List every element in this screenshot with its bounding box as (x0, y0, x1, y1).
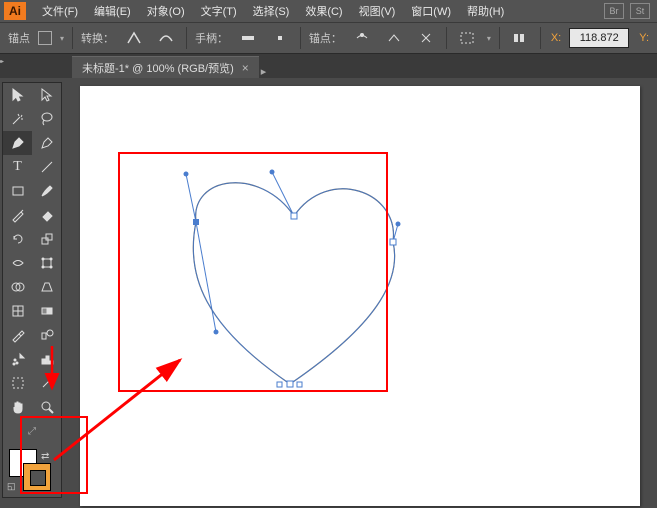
gradient-tool[interactable] (32, 299, 61, 323)
blend-tool[interactable] (32, 323, 61, 347)
toolbox: T ⤢ ⇄ (2, 82, 62, 498)
direct-selection-tool[interactable] (32, 83, 61, 107)
anchor-mode-label: 锚点 (8, 30, 30, 46)
y-label: Y: (639, 32, 649, 44)
width-tool[interactable] (3, 251, 32, 275)
panel-dock-toggle[interactable] (0, 54, 8, 78)
menu-effect[interactable]: 效果(C) (297, 1, 350, 21)
hand-tool[interactable] (3, 395, 32, 419)
anchor-point[interactable] (287, 381, 293, 387)
type-tool[interactable]: T (3, 155, 32, 179)
anchor-point[interactable] (297, 382, 302, 387)
swap-fill-stroke-icon[interactable]: ⇄ (41, 451, 49, 462)
rectangle-tool[interactable] (3, 179, 32, 203)
default-fill-stroke-icon[interactable]: ◱ (7, 481, 16, 492)
perspective-tool[interactable] (32, 275, 61, 299)
anchor-icon[interactable] (38, 31, 52, 45)
toggle-fill-stroke[interactable]: ⤢ (3, 419, 61, 443)
handle-hide-button[interactable] (268, 27, 292, 49)
handle-show-button[interactable] (236, 27, 260, 49)
x-label: X: (551, 32, 561, 44)
paintbrush-tool[interactable] (32, 179, 61, 203)
bezier-handle[interactable] (186, 174, 196, 222)
line-tool[interactable] (32, 155, 61, 179)
eraser-tool[interactable] (32, 203, 61, 227)
rotate-tool[interactable] (3, 227, 32, 251)
symbol-sprayer-tool[interactable] (3, 347, 32, 371)
menu-file[interactable]: 文件(F) (34, 1, 86, 21)
free-transform-tool[interactable] (32, 251, 61, 275)
pencil-tool[interactable] (3, 203, 32, 227)
document-tab-title: 未标题-1* @ 100% (RGB/预览) (82, 60, 234, 76)
stock-icon[interactable]: St (630, 3, 650, 19)
anchor-point-selected[interactable] (291, 213, 297, 219)
control-bar: 锚点 ▾ 转换： 手柄： 锚点： ▾ X: Y: (0, 22, 657, 54)
scale-tool[interactable] (32, 227, 61, 251)
dropdown-icon[interactable]: ▾ (60, 34, 64, 43)
artboard-tool[interactable] (3, 371, 32, 395)
connect-anchor-button[interactable] (382, 27, 406, 49)
isolate-button[interactable] (455, 27, 479, 49)
app-logo: Ai (4, 2, 26, 20)
stroke-color-swatch[interactable] (23, 463, 51, 491)
menu-edit[interactable]: 编辑(E) (86, 1, 139, 21)
handle-endpoint[interactable] (214, 330, 219, 335)
anchor-point[interactable] (193, 219, 199, 225)
slice-tool[interactable] (32, 371, 61, 395)
menu-view[interactable]: 视图(V) (351, 1, 404, 21)
column-graph-tool[interactable] (32, 347, 61, 371)
document-tab[interactable]: 未标题-1* @ 100% (RGB/预览) × (72, 56, 259, 78)
menu-object[interactable]: 对象(O) (139, 1, 193, 21)
handle-endpoint[interactable] (396, 222, 401, 227)
canvas-area[interactable] (72, 78, 657, 508)
magic-wand-tool[interactable] (3, 107, 32, 131)
artboard[interactable] (80, 86, 640, 506)
menu-window[interactable]: 窗口(W) (403, 1, 459, 21)
handle-endpoint[interactable] (270, 170, 275, 175)
handles-label: 手柄： (195, 30, 228, 46)
convert-corner-button[interactable] (122, 27, 146, 49)
convert-smooth-button[interactable] (154, 27, 178, 49)
menu-help[interactable]: 帮助(H) (459, 1, 512, 21)
convert-label: 转换： (81, 30, 114, 46)
dropdown-icon[interactable]: ▾ (487, 34, 491, 43)
lasso-tool[interactable] (32, 107, 61, 131)
pen-tool[interactable] (3, 131, 32, 155)
heart-path-artwork[interactable] (80, 86, 640, 506)
close-tab-icon[interactable]: × (242, 61, 249, 75)
anchor-point[interactable] (277, 382, 282, 387)
cut-anchor-button[interactable] (414, 27, 438, 49)
eyedropper-tool[interactable] (3, 323, 32, 347)
menu-select[interactable]: 选择(S) (245, 1, 298, 21)
align-button[interactable] (508, 27, 532, 49)
handle-endpoint[interactable] (184, 172, 189, 177)
tab-overflow-icon[interactable]: ▸ (261, 65, 271, 78)
menu-bar: Ai 文件(F) 编辑(E) 对象(O) 文字(T) 选择(S) 效果(C) 视… (0, 0, 657, 22)
curvature-tool[interactable] (32, 131, 61, 155)
fill-stroke-swatches: ⇄ ◱ (3, 447, 61, 497)
mesh-tool[interactable] (3, 299, 32, 323)
zoom-tool[interactable] (32, 395, 61, 419)
x-coordinate-input[interactable] (569, 28, 629, 48)
bezier-handle[interactable] (272, 172, 294, 216)
menu-type[interactable]: 文字(T) (193, 1, 245, 21)
document-tab-bar: 未标题-1* @ 100% (RGB/预览) × ▸ (0, 54, 657, 78)
bridge-icon[interactable]: Br (604, 3, 624, 19)
selection-tool[interactable] (3, 83, 32, 107)
anchor-point[interactable] (390, 239, 396, 245)
shape-builder-tool[interactable] (3, 275, 32, 299)
anchors-label: 锚点： (309, 30, 342, 46)
bezier-handle[interactable] (196, 222, 216, 332)
remove-anchor-button[interactable] (350, 27, 374, 49)
